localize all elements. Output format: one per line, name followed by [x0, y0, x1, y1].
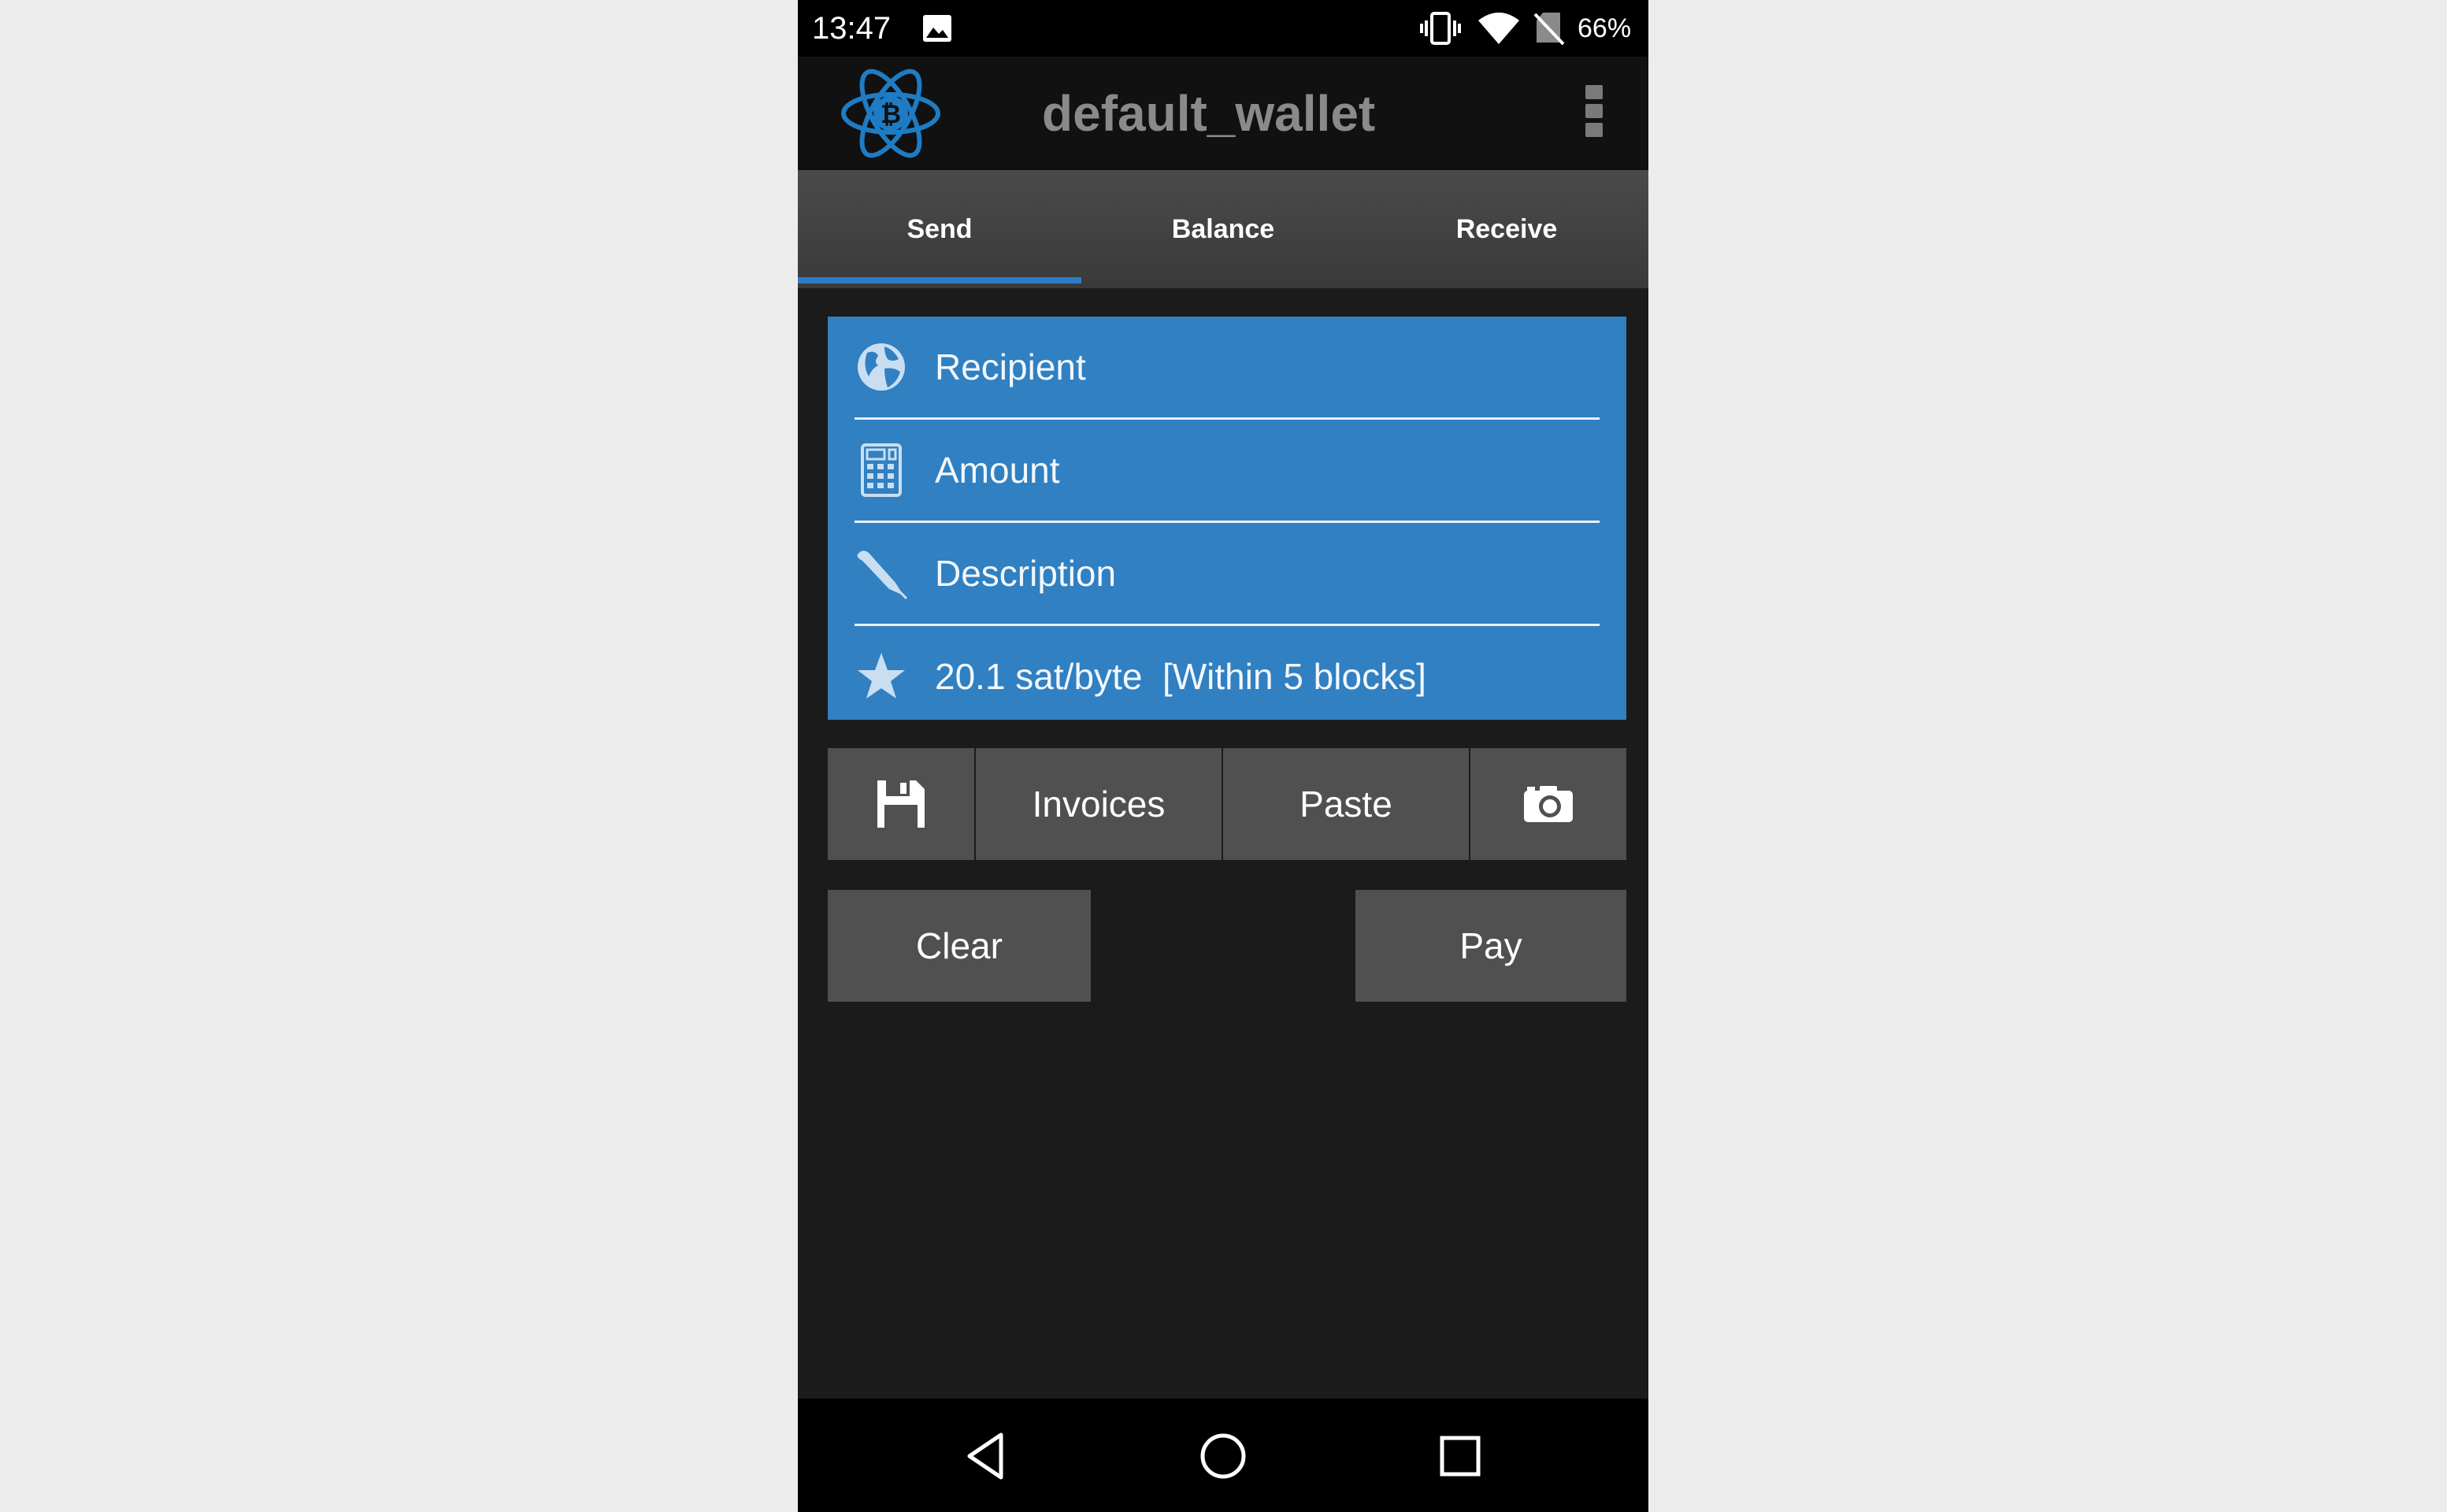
pen-icon — [855, 547, 908, 600]
fee-selector[interactable]: 20.1 sat/byte [Within 5 blocks] — [855, 626, 1600, 727]
invoices-button[interactable]: Invoices — [976, 748, 1222, 860]
wifi-icon — [1478, 13, 1519, 44]
back-icon[interactable] — [958, 1429, 1014, 1484]
description-field[interactable]: Description — [855, 523, 1600, 626]
electrum-bitcoin-logo-icon[interactable]: ₿ — [840, 66, 941, 161]
recents-icon[interactable] — [1433, 1429, 1488, 1484]
tab-send[interactable]: Send — [798, 170, 1081, 288]
status-bar: 13:47 66% — [798, 0, 1648, 57]
amount-placeholder: Amount — [935, 450, 1060, 491]
vibrate-icon — [1420, 12, 1461, 45]
star-icon — [855, 650, 908, 703]
overflow-menu-icon[interactable] — [1585, 85, 1604, 142]
floppy-disk-icon — [877, 780, 925, 828]
save-button[interactable] — [828, 748, 974, 860]
globe-icon — [855, 340, 908, 394]
clear-button[interactable]: Clear — [828, 890, 1091, 1002]
battery-percentage: 66% — [1578, 13, 1632, 43]
tab-balance[interactable]: Balance — [1081, 170, 1365, 288]
no-sim-icon — [1533, 13, 1565, 46]
fee-value: 20.1 sat/byte [Within 5 blocks] — [935, 656, 1426, 697]
wallet-title: default_wallet — [1042, 85, 1376, 142]
status-time: 13:47 — [812, 11, 892, 46]
pay-button[interactable]: Pay — [1355, 890, 1626, 1002]
tab-bar: Send Balance Receive — [798, 170, 1648, 288]
calculator-icon — [855, 443, 908, 497]
image-icon — [923, 15, 951, 42]
recipient-field[interactable]: Recipient — [855, 317, 1600, 420]
home-icon[interactable] — [1196, 1429, 1251, 1484]
camera-button[interactable] — [1470, 748, 1626, 860]
phone-screen: 13:47 66% ₿ default_wallet Send Balance … — [798, 0, 1648, 1512]
description-placeholder: Description — [935, 553, 1117, 594]
navigation-bar — [798, 1399, 1648, 1512]
tab-receive[interactable]: Receive — [1365, 170, 1648, 288]
send-form: Recipient Amount Description 20.1 sat/by… — [828, 317, 1626, 720]
action-bar: ₿ default_wallet — [798, 57, 1648, 170]
camera-icon — [1524, 786, 1573, 822]
recipient-placeholder: Recipient — [935, 346, 1086, 387]
amount-field[interactable]: Amount — [855, 420, 1600, 523]
paste-button[interactable]: Paste — [1223, 748, 1469, 860]
svg-text:₿: ₿ — [881, 99, 901, 129]
